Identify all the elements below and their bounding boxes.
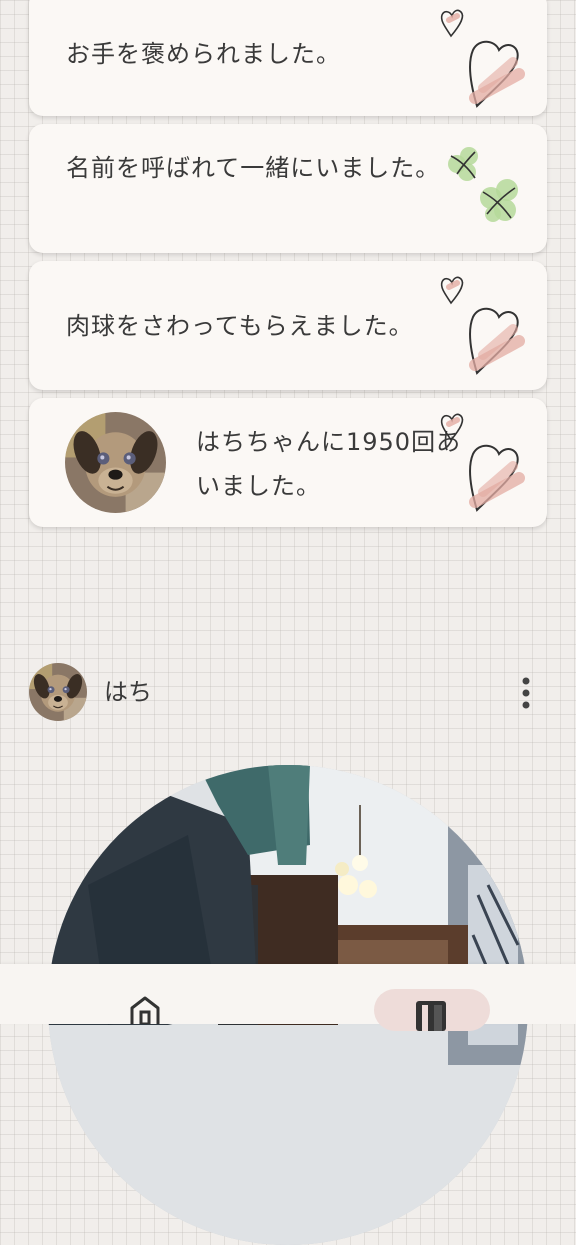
clover-icon (447, 146, 519, 223)
memory-card[interactable]: 肉球をさわってもらえました。 (29, 261, 547, 390)
heart-icon (437, 406, 547, 526)
heart-icon (437, 269, 547, 389)
memory-text: はちちゃんに1950回あいました。 (196, 428, 462, 500)
memory-text: 肉球をさわってもらえました。 (66, 312, 414, 340)
bottom-navigation (0, 964, 576, 1031)
memory-text: 名前を呼ばれて一緒にいました。 (66, 154, 441, 182)
avatar[interactable] (29, 663, 87, 721)
more-vert-icon[interactable] (508, 673, 544, 713)
memory-card[interactable]: 名前を呼ばれて一緒にいました。 (29, 124, 547, 253)
heart-icon (437, 2, 547, 116)
profile-name[interactable]: はち (104, 674, 152, 710)
tab-diary[interactable] (374, 989, 490, 1031)
memory-card[interactable]: はちちゃんに1950回あいました。 (29, 398, 547, 527)
memory-text: お手を褒められました。 (66, 40, 341, 68)
avatar (65, 412, 166, 513)
memory-card[interactable]: お手を褒められました。 (29, 0, 547, 116)
diary-icon (416, 1001, 446, 1031)
home-icon[interactable] (122, 994, 168, 1024)
